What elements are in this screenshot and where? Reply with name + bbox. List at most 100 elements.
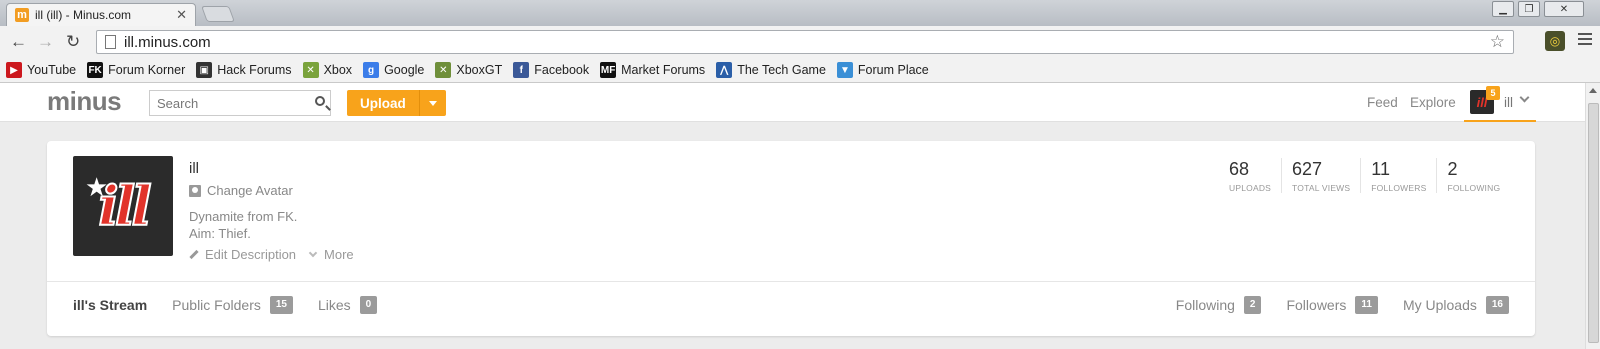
back-arrow-icon[interactable]: ←: [10, 32, 27, 52]
nav-feed[interactable]: Feed: [1367, 95, 1398, 110]
bookmark-item[interactable]: FK Forum Korner: [87, 62, 185, 78]
divider: [47, 281, 1535, 282]
tab-following[interactable]: Following 2: [1176, 296, 1262, 314]
page-icon: [105, 35, 116, 49]
nav-explore[interactable]: Explore: [1410, 95, 1456, 110]
bookmark-star-icon[interactable]: ☆: [1490, 32, 1505, 52]
upload-button-group: Upload: [347, 90, 446, 116]
bookmark-label: The Tech Game: [737, 63, 826, 77]
user-name: ill: [1504, 95, 1513, 110]
forward-arrow-icon[interactable]: →: [37, 32, 54, 52]
search-input[interactable]: [157, 95, 307, 111]
bookmark-item[interactable]: ▼ Forum Place: [836, 62, 929, 78]
scrollbar-thumb[interactable]: [1588, 103, 1599, 343]
profile-name: ill: [189, 160, 199, 177]
tab-label: Public Folders: [172, 297, 261, 313]
count-badge: 0: [359, 296, 378, 314]
bookmark-label: Forum Place: [857, 63, 929, 77]
stat-uploads[interactable]: 68 UPLOADS: [1229, 158, 1281, 193]
count-badge: 15: [269, 296, 293, 314]
stat-label: TOTAL VIEWS: [1292, 183, 1351, 193]
bookmark-item[interactable]: ▶ YouTube: [6, 62, 76, 78]
bookmark-label: YouTube: [27, 63, 77, 77]
tab-label: My Uploads: [1402, 297, 1477, 313]
browser-menu-icon[interactable]: [1578, 33, 1592, 48]
more-link[interactable]: More: [308, 247, 354, 262]
profile-tabs-left: ill's Stream Public Folders 15 Likes 0: [73, 296, 402, 314]
bookmark-item[interactable]: MF Market Forums: [600, 62, 705, 78]
profile-avatar: ★ ill: [73, 156, 173, 256]
person-icon: [189, 184, 201, 197]
tab-close-icon[interactable]: ✕: [176, 7, 187, 23]
stat-total-views[interactable]: 627 TOTAL VIEWS: [1281, 158, 1360, 193]
more-label: More: [324, 247, 354, 262]
edit-description-link[interactable]: Edit Description: [189, 247, 296, 262]
bookmark-label: Xbox: [323, 63, 353, 77]
stat-label: FOLLOWING: [1447, 183, 1501, 193]
bookmark-item[interactable]: ⋀ The Tech Game: [716, 62, 826, 78]
profile-card: ★ ill ill Change Avatar Dynamite from FK…: [47, 141, 1535, 336]
new-tab-button[interactable]: [201, 6, 235, 22]
browser-titlebar: m ill (ill) - Minus.com ✕ ▁ ❐ ✕: [0, 0, 1600, 26]
change-avatar-link[interactable]: Change Avatar: [189, 183, 293, 198]
tab-public-folders[interactable]: Public Folders 15: [172, 296, 293, 314]
stat-value: 2: [1447, 159, 1458, 179]
bookmark-label: Market Forums: [621, 63, 706, 77]
notification-badge[interactable]: 5: [1486, 86, 1500, 100]
tab-title: ill (ill) - Minus.com: [35, 8, 131, 22]
pencil-icon: [189, 249, 199, 260]
bookmark-item[interactable]: ✕ Xbox: [302, 62, 353, 78]
browser-tab-active[interactable]: m ill (ill) - Minus.com ✕: [6, 3, 196, 26]
tab-followers[interactable]: Followers 11: [1286, 296, 1378, 314]
window-close-icon[interactable]: ✕: [1544, 1, 1584, 17]
bookmark-item[interactable]: g Google: [363, 62, 424, 78]
stat-followers[interactable]: 11 FOLLOWERS: [1360, 158, 1436, 193]
profile-tabs-right: Following 2 Followers 11 My Uploads 16: [1151, 296, 1509, 314]
browser-toolbar: ← → ↻ ill.minus.com ☆ ◎: [0, 26, 1600, 58]
bookmark-item[interactable]: ▣ Hack Forums: [196, 62, 292, 78]
chevron-down-icon: [1519, 92, 1530, 103]
xboxgt-icon: ✕: [435, 62, 452, 78]
window-controls: ▁ ❐ ✕: [1492, 1, 1584, 17]
bookmarks-bar: ▶ YouTube FK Forum Korner ▣ Hack Forums ✕ Xbox g…: [0, 58, 1600, 83]
search-icon[interactable]: [315, 96, 325, 106]
user-menu[interactable]: ill 5 ill: [1464, 83, 1536, 122]
star-icon: ★: [85, 172, 109, 202]
minus-favicon-icon: m: [15, 8, 29, 22]
address-bar[interactable]: ill.minus.com ☆: [96, 30, 1514, 54]
bookmark-item[interactable]: f Facebook: [513, 62, 589, 78]
tab-label: Following: [1175, 297, 1235, 313]
tab-stream[interactable]: ill's Stream: [73, 297, 147, 313]
stat-value: 11: [1371, 159, 1390, 179]
search-box[interactable]: [149, 90, 331, 116]
description-line: Aim: Thief.: [189, 226, 251, 241]
forumplace-icon: ▼: [836, 62, 853, 78]
minimize-icon[interactable]: ▁: [1492, 1, 1514, 17]
restore-icon[interactable]: ❐: [1518, 1, 1540, 17]
upload-dropdown-icon[interactable]: [419, 90, 446, 116]
tab-likes[interactable]: Likes 0: [318, 296, 378, 314]
minus-logo[interactable]: minus: [47, 86, 122, 117]
stat-following[interactable]: 2 FOLLOWING: [1436, 158, 1510, 193]
profile-description: Dynamite from FK. Aim: Thief.: [189, 208, 297, 242]
description-line: Dynamite from FK.: [189, 209, 298, 224]
tab-my-uploads[interactable]: My Uploads 16: [1403, 296, 1509, 314]
techgame-icon: ⋀: [716, 62, 733, 78]
upload-button[interactable]: Upload: [347, 90, 420, 116]
bookmark-item[interactable]: ✕ XboxGT: [435, 62, 502, 78]
page-scrollbar[interactable]: [1585, 83, 1600, 349]
stat-label: FOLLOWERS: [1371, 183, 1427, 193]
site-header: minus Upload Feed Explore ill 5 ill: [0, 83, 1585, 122]
bookmark-label: Facebook: [534, 63, 590, 77]
tab-label: Followers: [1286, 297, 1347, 313]
xbox-icon: ✕: [302, 62, 319, 78]
url-text[interactable]: ill.minus.com: [124, 34, 211, 51]
scroll-up-icon[interactable]: [1589, 88, 1597, 93]
facebook-icon: f: [513, 62, 530, 78]
stat-value: 627: [1292, 159, 1323, 179]
chevron-down-icon: [308, 248, 318, 258]
reload-icon[interactable]: ↻: [66, 32, 80, 52]
count-badge: 2: [1243, 296, 1262, 314]
count-badge: 16: [1485, 296, 1509, 314]
extension-icon[interactable]: ◎: [1545, 31, 1565, 51]
